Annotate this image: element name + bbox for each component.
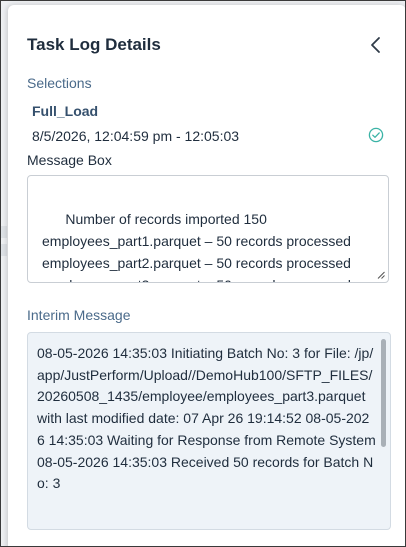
selections-label: Selections [27,75,92,91]
message-textarea[interactable]: Number of records imported 150 employees… [27,175,389,283]
message-box-label: Message Box [27,152,112,168]
background-row [1,244,7,256]
scrollbar[interactable] [381,339,386,523]
check-circle-icon [368,127,384,143]
background-row [1,226,7,238]
message-text: Number of records imported 150 employees… [42,211,351,282]
app-window: Task Log Details Selections Full_Load 8/… [0,0,406,547]
chevron-left-icon [371,37,380,53]
interim-message-label: Interim Message [27,307,131,323]
scrollbar-thumb[interactable] [381,339,386,447]
panel-title: Task Log Details [27,35,161,54]
task-log-details-panel: Task Log Details Selections Full_Load 8/… [8,5,405,546]
selection-name: Full_Load [32,103,99,119]
interim-message-text: 08-05-2026 14:35:03 Initiating Batch No:… [37,345,376,492]
selection-time-range: 8/5/2026, 12:04:59 pm - 12:05:03 [32,128,240,144]
interim-message-box[interactable]: 08-05-2026 14:35:03 Initiating Batch No:… [27,332,391,530]
collapse-button[interactable] [364,33,388,57]
resize-grip-icon[interactable] [377,271,385,279]
